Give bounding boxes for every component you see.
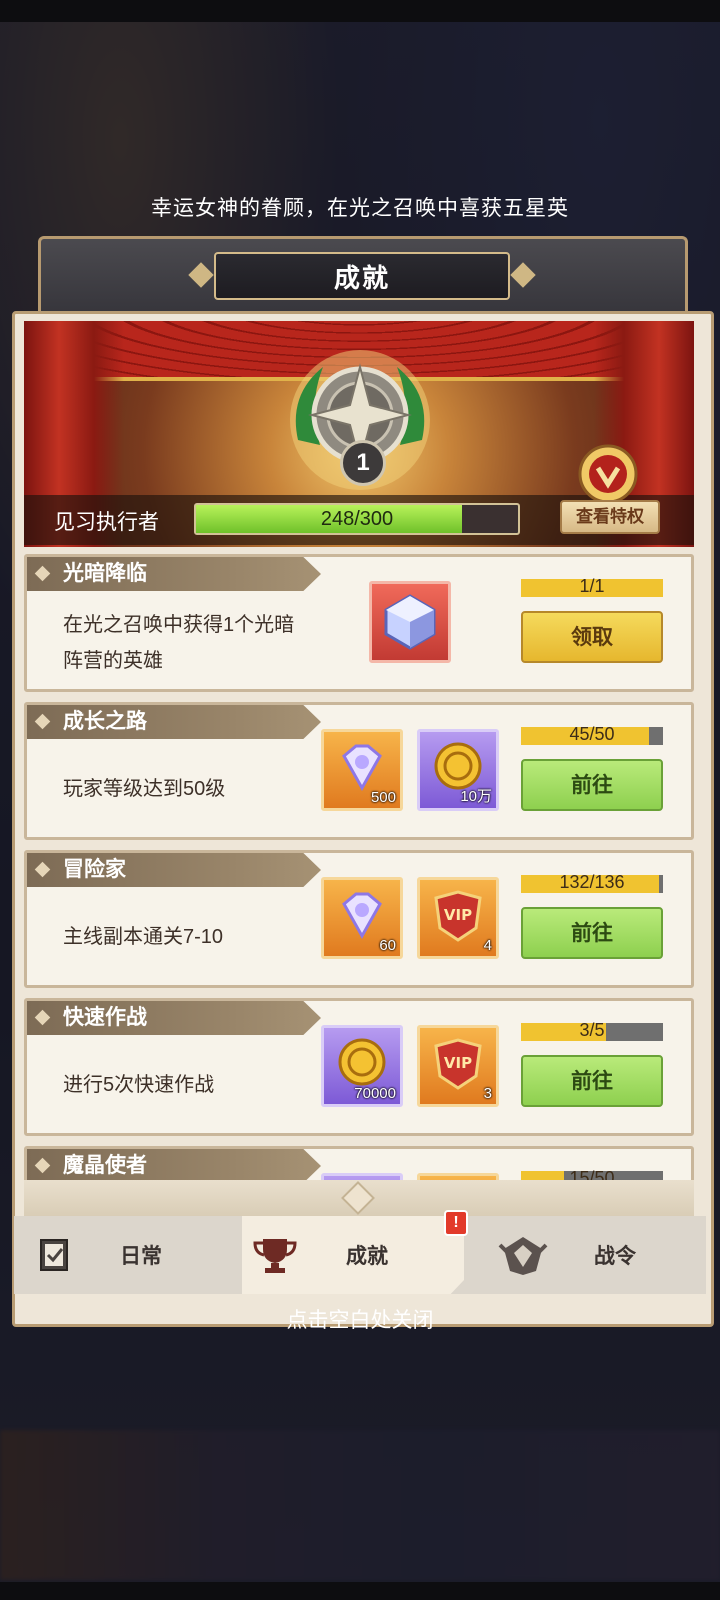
battle-pass-emblem-icon <box>498 1237 548 1275</box>
achievement-progress-bar: 1/1 <box>521 576 663 597</box>
status-bar <box>0 0 720 22</box>
achievement-progress-bar: 132/136 <box>521 872 663 893</box>
achievement-card: 光暗降临 在光之召唤中获得1个光暗阵营的英雄 1/1 领取 <box>24 554 694 692</box>
reward-quantity: 70000 <box>354 1085 396 1102</box>
achievement-title-tab: 快速作战 <box>27 1001 321 1035</box>
reward-item[interactable] <box>369 581 451 663</box>
achievement-description: 主线副本通关7-10 <box>63 926 224 948</box>
reward-item[interactable]: 10万 <box>417 729 499 811</box>
gold-coin-icon <box>338 1038 386 1086</box>
diamond-bullet-icon <box>34 861 51 878</box>
reward-item[interactable]: 60 <box>321 877 403 959</box>
level-number: 1 <box>340 440 386 486</box>
go-button[interactable]: 前往 <box>521 759 663 811</box>
achievement-title-tab: 光暗降临 <box>27 557 321 591</box>
vip-badge-icon: VIP <box>434 1038 482 1090</box>
diamond-bullet-icon <box>34 1009 51 1026</box>
achievement-description: 玩家等级达到50级 <box>63 778 226 800</box>
go-button[interactable]: 前往 <box>521 907 663 959</box>
reward-item[interactable]: 500 <box>321 729 403 811</box>
achievement-progress-text: 45/50 <box>569 724 615 744</box>
tap-to-close-hint[interactable]: 点击空白处关闭 <box>0 1304 720 1334</box>
achievement-progress-bar: 3/5 <box>521 1020 663 1041</box>
vip-badge-icon: VIP <box>434 890 482 942</box>
reward-item[interactable]: 70000 <box>321 1025 403 1107</box>
nav-bar <box>0 1582 720 1600</box>
tab-label: 战令 <box>594 1245 636 1268</box>
achievement-title: 快速作战 <box>63 1006 147 1029</box>
rank-name: 见习执行者 <box>54 511 159 534</box>
achievement-title-tab: 魔晶使者 <box>27 1149 321 1183</box>
achievement-description: 进行5次快速作战 <box>63 1074 215 1096</box>
page-title: 成就 <box>214 252 510 300</box>
reward-quantity: 10万 <box>460 788 492 805</box>
svg-text:VIP: VIP <box>444 906 472 924</box>
reward-quantity: 500 <box>370 789 396 806</box>
achievement-progress-bar: 45/50 <box>521 724 663 745</box>
go-button[interactable]: 前往 <box>521 1055 663 1107</box>
xp-progress-text: 248/300 <box>320 508 394 530</box>
achievement-title: 成长之路 <box>63 710 147 733</box>
tab-achievements[interactable]: 成就 <box>242 1216 464 1294</box>
diamond-icon <box>342 892 382 940</box>
reward-item[interactable]: VIP 4 <box>417 877 499 959</box>
achievement-title: 魔晶使者 <box>63 1154 147 1177</box>
claim-button[interactable]: 领取 <box>521 611 663 663</box>
diamond-icon <box>342 744 382 792</box>
achievement-list[interactable]: 光暗降临 在光之召唤中获得1个光暗阵营的英雄 1/1 领取 成长之路 玩家等级达… <box>24 554 694 1186</box>
achievement-card: 冒险家 主线副本通关7-10 60 VIP 4 132/136 前往 <box>24 850 694 988</box>
xp-progress-bar: 248/300 <box>194 503 520 535</box>
svg-text:VIP: VIP <box>444 1054 472 1072</box>
achievement-progress-text: 132/136 <box>559 872 625 892</box>
tab-battle-pass[interactable]: 战令 <box>464 1216 706 1294</box>
reward-quantity: 4 <box>483 937 492 954</box>
achievement-card: 成长之路 玩家等级达到50级 500 10万 45/50 前往 <box>24 702 694 840</box>
reward-quantity: 60 <box>379 937 396 954</box>
tab-label: 日常 <box>120 1245 162 1268</box>
achievement-progress-text: 3/5 <box>579 1020 605 1040</box>
diamond-bullet-icon <box>34 1157 51 1174</box>
achievement-title-tab: 成长之路 <box>27 705 321 739</box>
reward-item[interactable]: VIP 3 <box>417 1025 499 1107</box>
marquee-broadcast: 幸运女神的眷顾，在光之召唤中喜获五星英 <box>151 197 569 220</box>
achievement-title-tab: 冒险家 <box>27 853 321 887</box>
achievement-title: 冒险家 <box>63 858 126 881</box>
view-privileges-button[interactable]: 查看特权 <box>560 500 660 534</box>
tab-daily[interactable]: 日常 <box>14 1216 242 1294</box>
crystal-cube-icon <box>384 594 436 650</box>
vip-privilege-emblem-icon[interactable] <box>571 440 645 504</box>
achievement-card: 快速作战 进行5次快速作战 70000 VIP 3 3/5 前往 <box>24 998 694 1136</box>
achievement-progress-text: 1/1 <box>579 576 605 596</box>
achievement-description: 在光之召唤中获得1个光暗阵营的英雄 <box>63 614 295 672</box>
trophy-icon <box>253 1239 297 1273</box>
achievement-title: 光暗降临 <box>63 562 147 585</box>
diamond-bullet-icon <box>34 713 51 730</box>
tab-label: 成就 <box>346 1245 388 1268</box>
reward-quantity: 3 <box>483 1085 492 1102</box>
checklist-icon <box>40 1239 68 1271</box>
diamond-bullet-icon <box>34 565 51 582</box>
